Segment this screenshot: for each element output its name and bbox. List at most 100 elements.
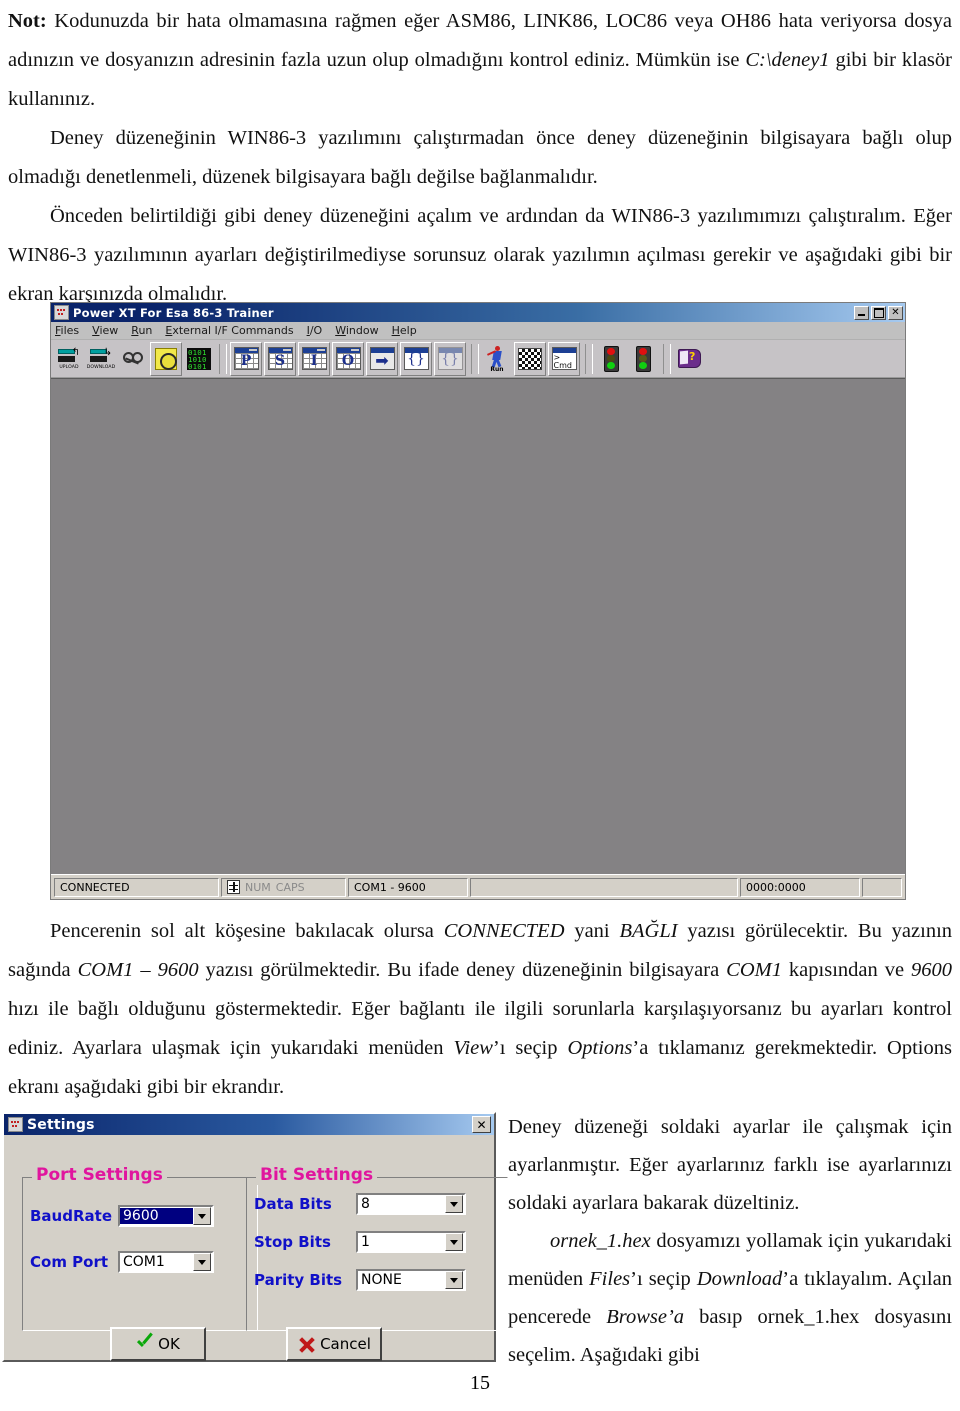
data-bits-combo[interactable]: 8 bbox=[356, 1193, 466, 1215]
menu-files[interactable]: Files bbox=[55, 324, 79, 337]
close-icon[interactable]: ✕ bbox=[888, 305, 903, 320]
run-options: Options bbox=[567, 1037, 633, 1059]
parity-bits-combo[interactable]: NONE bbox=[356, 1269, 466, 1291]
binary-icon[interactable]: 0101 1010 0101 bbox=[184, 342, 214, 375]
baudrate-value: 9600 bbox=[120, 1208, 193, 1224]
com-port-combo[interactable]: COM1 bbox=[118, 1251, 214, 1273]
app-titlebar[interactable]: Power XT For Esa 86-3 Trainer ✕ bbox=[51, 303, 905, 322]
parity-bits-value: NONE bbox=[361, 1272, 402, 1288]
probe-icon[interactable] bbox=[118, 342, 148, 375]
command-icon[interactable]: > Cmd bbox=[548, 341, 580, 376]
stack-window-icon[interactable]: S bbox=[264, 341, 296, 376]
status-address: 0000:0000 bbox=[740, 877, 860, 897]
checkerboard-icon[interactable] bbox=[514, 341, 546, 376]
output-window-icon[interactable]: O bbox=[332, 341, 364, 376]
menu-external-if-commands[interactable]: External I/F Commands bbox=[165, 324, 293, 337]
toolbar-separator-2 bbox=[471, 343, 479, 374]
chevron-down-icon[interactable] bbox=[445, 1271, 463, 1289]
traffic-light-go-icon[interactable] bbox=[596, 342, 626, 375]
run-connected: CONNECTED bbox=[443, 920, 565, 942]
chevron-down-icon[interactable] bbox=[193, 1253, 211, 1271]
com-port-row: Com Port COM1 bbox=[30, 1251, 214, 1273]
bracket-icon[interactable]: {} bbox=[400, 341, 432, 376]
data-bits-row: Data Bits 8 bbox=[254, 1193, 466, 1215]
run-icon[interactable]: Run bbox=[482, 342, 512, 375]
bit-settings-title: Bit Settings bbox=[256, 1165, 378, 1185]
baudrate-combo[interactable]: 9600 bbox=[118, 1205, 214, 1227]
chevron-down-icon[interactable] bbox=[445, 1195, 463, 1213]
run-ornek-hex: ornek_1.hex bbox=[550, 1230, 651, 1252]
restore-button[interactable] bbox=[871, 305, 886, 320]
status-caps: CAPS bbox=[275, 880, 305, 894]
run-0: Pencerenin sol alt köşesine bakılacak ol… bbox=[50, 920, 444, 942]
cancel-button[interactable]: Cancel bbox=[286, 1327, 382, 1361]
port-window-icon[interactable]: P bbox=[230, 341, 262, 376]
run-com-9600: COM1 – 9600 bbox=[77, 959, 199, 981]
app-menubar[interactable]: Files View Run External I/F Commands I/O… bbox=[51, 322, 905, 340]
run-8: kapısından ve bbox=[781, 959, 912, 981]
cancel-label: Cancel bbox=[320, 1335, 371, 1353]
status-keys: NUM CAPS bbox=[221, 877, 346, 897]
run-r3: ’ı seçip bbox=[630, 1268, 697, 1290]
run-download: Download bbox=[696, 1268, 783, 1290]
run-label: Run bbox=[490, 365, 504, 373]
menu-window[interactable]: Window bbox=[335, 324, 378, 337]
app-statusbar: CONNECTED NUM CAPS COM1 - 9600 0000:0000 bbox=[51, 874, 905, 899]
settings-titlebar[interactable]: Settings ✕ bbox=[4, 1114, 494, 1135]
menu-run[interactable]: Run bbox=[131, 324, 152, 337]
chevron-down-icon[interactable] bbox=[445, 1233, 463, 1251]
chevron-down-icon[interactable] bbox=[193, 1207, 211, 1225]
help-book-icon[interactable]: ? bbox=[674, 342, 704, 375]
chip-icon[interactable] bbox=[150, 341, 182, 376]
traffic-light-stop-icon[interactable] bbox=[628, 342, 658, 375]
page-number: 15 bbox=[470, 1372, 490, 1394]
bracket-dim-icon: {} bbox=[434, 341, 466, 376]
status-com-port: COM1 - 9600 bbox=[348, 877, 468, 897]
app-toolbar[interactable]: ↰ UPLOAD ↳ DOWNLOAD 0101 1010 0101 P S I O bbox=[51, 340, 905, 378]
run-files: Files bbox=[589, 1268, 631, 1290]
ok-label: OK bbox=[158, 1335, 180, 1353]
run-6: yazısı görülmektedir. Bu ifade deney düz… bbox=[198, 959, 727, 981]
menu-view[interactable]: View bbox=[92, 324, 118, 337]
download-label: DOWNLOAD bbox=[86, 364, 116, 370]
step-arrow-icon[interactable]: ➡ bbox=[366, 341, 398, 376]
baudrate-label: BaudRate bbox=[30, 1207, 112, 1225]
run-9600: 9600 bbox=[911, 959, 953, 981]
paragraph-download-steps: ornek_1.hex dosyamızı yollamak için yuka… bbox=[508, 1222, 952, 1374]
document-text-middle: Pencerenin sol alt köşesine bakılacak ol… bbox=[8, 912, 952, 1107]
keyboard-icon bbox=[227, 880, 240, 894]
settings-dialog[interactable]: Settings ✕ Port Settings BaudRate 9600 C… bbox=[2, 1112, 508, 1362]
parity-bits-row: Parity Bits NONE bbox=[254, 1269, 466, 1291]
run-bagli: BAĞLI bbox=[619, 920, 678, 942]
app-dots-icon bbox=[54, 305, 69, 320]
ok-button[interactable]: OK bbox=[110, 1327, 206, 1361]
data-bits-label: Data Bits bbox=[254, 1195, 332, 1213]
window-controls[interactable]: ✕ bbox=[854, 305, 903, 320]
toolbar-separator-4 bbox=[663, 343, 671, 374]
app-client-area[interactable] bbox=[51, 378, 905, 874]
menu-help[interactable]: Help bbox=[392, 324, 417, 337]
stop-bits-value: 1 bbox=[361, 1234, 370, 1250]
stop-bits-combo[interactable]: 1 bbox=[356, 1231, 466, 1253]
settings-title: Settings bbox=[27, 1116, 95, 1133]
close-icon[interactable]: ✕ bbox=[472, 1116, 491, 1133]
parity-bits-label: Parity Bits bbox=[254, 1271, 343, 1289]
app-title: Power XT For Esa 86-3 Trainer bbox=[73, 305, 274, 320]
download-icon[interactable]: ↳ DOWNLOAD bbox=[86, 342, 116, 375]
upload-icon[interactable]: ↰ UPLOAD bbox=[54, 342, 84, 375]
app-dots-icon bbox=[8, 1117, 23, 1132]
port-settings-title: Port Settings bbox=[32, 1165, 167, 1185]
baudrate-row: BaudRate 9600 bbox=[30, 1205, 214, 1227]
note-label: Not: bbox=[8, 10, 47, 32]
paragraph-launch-software: Önceden belirtildiği gibi deney düzeneği… bbox=[8, 205, 952, 305]
upload-label: UPLOAD bbox=[59, 364, 79, 370]
paragraph-settings-explain: Deney düzeneği soldaki ayarlar ile çalış… bbox=[508, 1116, 952, 1214]
instruction-window-icon[interactable]: I bbox=[298, 341, 330, 376]
minimize-button[interactable] bbox=[854, 305, 869, 320]
menu-io[interactable]: I/O bbox=[307, 324, 323, 337]
document-text-right: Deney düzeneği soldaki ayarlar ile çalış… bbox=[508, 1108, 952, 1374]
status-message bbox=[470, 877, 738, 897]
toolbar-separator bbox=[219, 343, 227, 374]
toolbar-separator-3 bbox=[585, 343, 593, 374]
powerxt-application-window[interactable]: Power XT For Esa 86-3 Trainer ✕ Files Vi… bbox=[50, 302, 906, 900]
